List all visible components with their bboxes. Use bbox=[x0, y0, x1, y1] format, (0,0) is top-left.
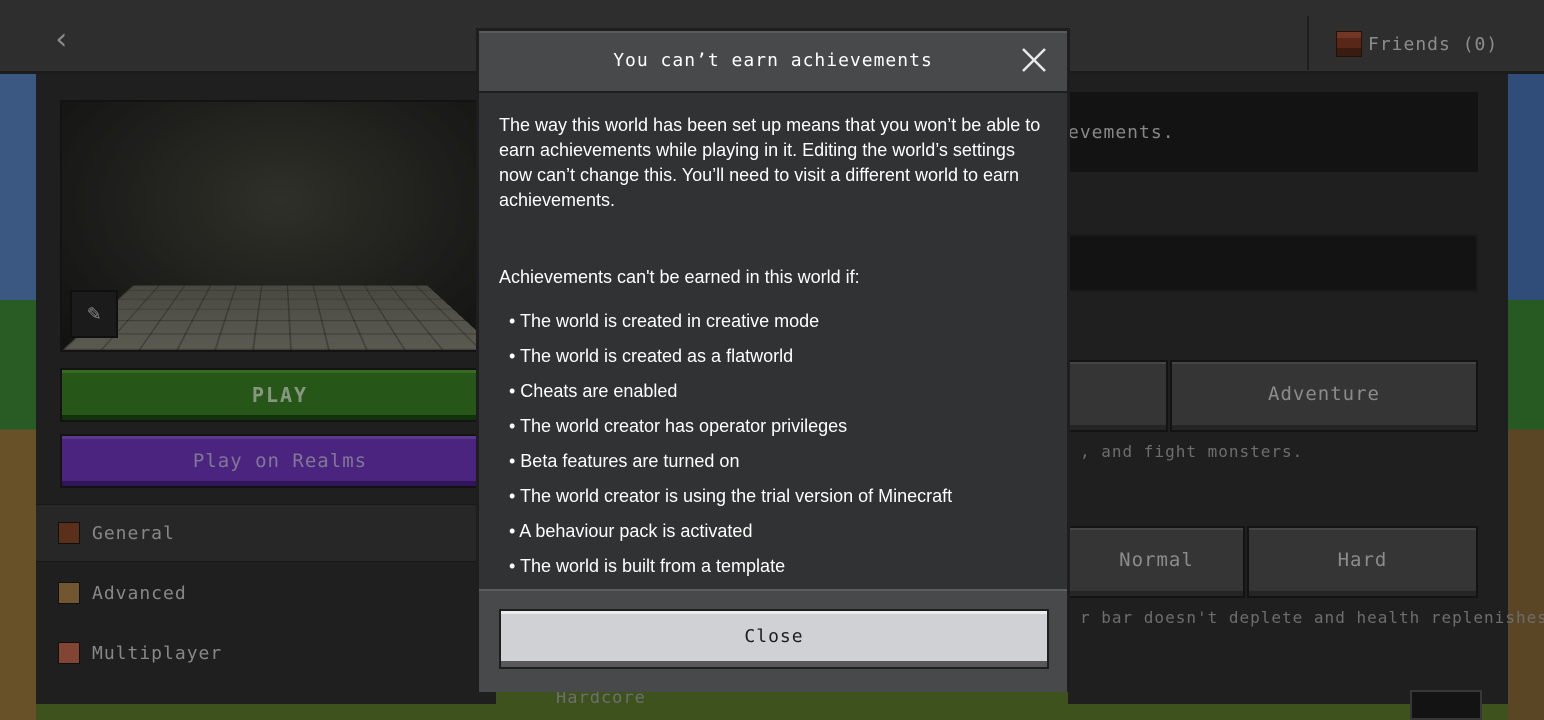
list-item: • Beta features are turned on bbox=[509, 451, 740, 471]
close-button[interactable]: Close bbox=[499, 609, 1049, 669]
dialog-subheading: Achievements can't be earned in this wor… bbox=[499, 267, 860, 287]
conditions-list: • The world is created in creative mode … bbox=[499, 309, 1049, 589]
list-item: • The world is built from a template bbox=[509, 556, 786, 576]
dialog-header: You can’t earn achievements bbox=[479, 31, 1067, 93]
list-item: • The world creator is using the trial v… bbox=[509, 486, 953, 506]
dialog-title: You can’t earn achievements bbox=[613, 50, 933, 71]
list-item: • The world is created in creative mode bbox=[509, 311, 820, 331]
close-icon[interactable] bbox=[1019, 45, 1049, 75]
achievements-dialog: You can’t earn achievements The way this… bbox=[476, 28, 1070, 692]
list-item: • The world creator has operator privile… bbox=[509, 416, 848, 436]
dialog-intro: The way this world has been set up means… bbox=[499, 115, 1041, 210]
list-item: • A behaviour pack is activated bbox=[509, 521, 753, 541]
list-item: • The world is created as a flatworld bbox=[509, 346, 794, 366]
list-item: • Cheats are enabled bbox=[509, 381, 678, 401]
dialog-body: The way this world has been set up means… bbox=[499, 113, 1049, 589]
dialog-footer: Close bbox=[479, 589, 1067, 692]
